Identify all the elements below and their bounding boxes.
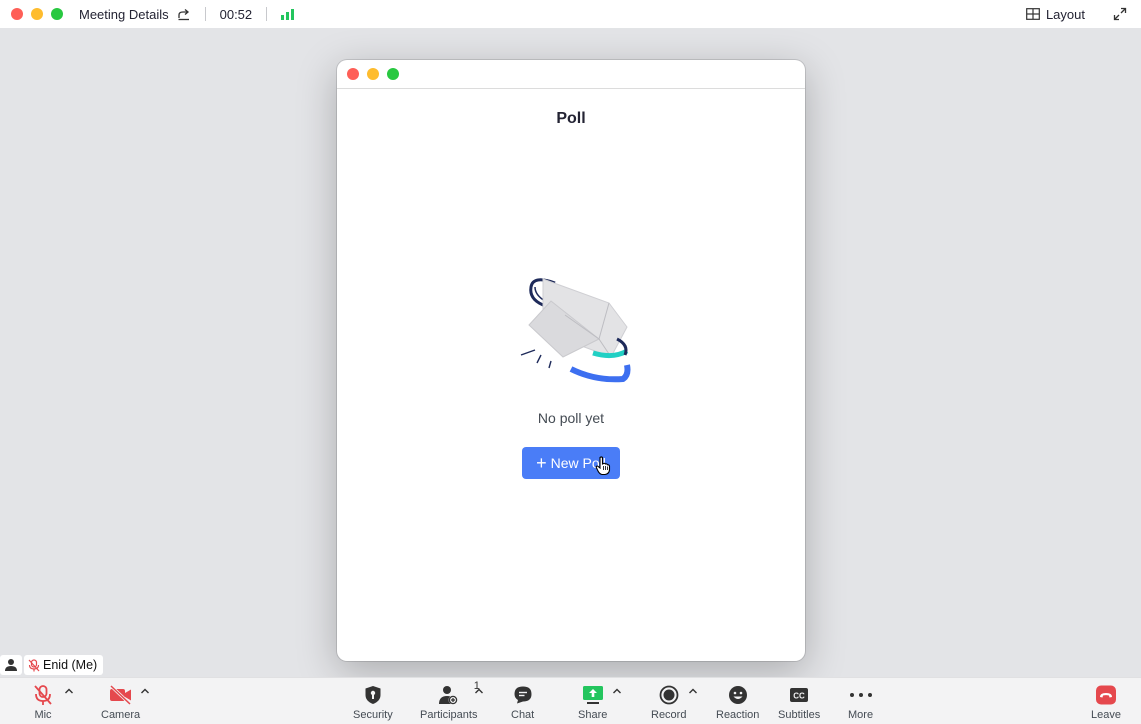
reaction-label: Reaction [716,709,760,721]
camera-off-icon [109,685,131,705]
poll-title: Poll [556,110,586,127]
share-screen-icon [582,686,603,704]
close-window-button[interactable] [11,8,23,20]
share-screen-button[interactable]: Share [578,684,607,721]
camera-button[interactable]: Camera [101,684,140,721]
person-icon [5,659,17,671]
leave-label: Leave [1091,709,1121,721]
layout-label: Layout [1045,6,1085,22]
share-arrow-icon[interactable] [177,7,191,21]
participants-label: Participants [420,709,478,721]
shield-icon [365,686,381,704]
hand-pointer-cursor-icon [595,456,611,476]
meeting-details-button[interactable]: Meeting Details [79,7,169,22]
empty-poll-box-icon [520,278,631,383]
record-button[interactable]: Record [651,684,686,721]
meeting-toolbar: Mic Camera Security 1 Participants Chat … [0,677,1141,724]
mic-muted-icon [34,685,52,705]
leave-phone-icon [1095,685,1116,705]
record-icon [659,685,679,705]
window-controls [11,8,63,20]
empty-state-text: No poll yet [537,410,605,426]
participant-name-label: Enid (Me) [24,655,104,675]
divider [266,7,268,21]
self-video-tag: Enid (Me) [0,655,104,675]
more-label: More [848,709,874,721]
share-label: Share [578,709,608,721]
divider [204,7,206,21]
smiley-face-icon [728,686,747,704]
plus-icon: + [536,453,547,473]
layout-button[interactable]: Layout [1026,7,1085,22]
poll-close-button[interactable] [347,68,359,80]
grid-layout-icon [1026,8,1040,20]
security-button[interactable]: Security [353,684,393,721]
poll-zoom-button[interactable] [387,68,399,80]
poll-minimize-button[interactable] [367,68,379,80]
subtitles-label: Subtitles [778,709,821,721]
closed-captions-icon: CC [790,688,809,702]
chat-button[interactable]: Chat [511,684,534,721]
meeting-title-bar: Meeting Details 00:52 Layout [0,0,1141,28]
leave-button[interactable]: Leave [1091,684,1121,721]
share-options-chevron-icon[interactable] [612,687,622,695]
poll-window: Poll No poll yet + New Poll [337,60,805,661]
zoom-window-button[interactable] [51,8,63,20]
more-dots-icon [849,693,872,697]
participants-options-chevron-icon[interactable] [474,687,484,695]
record-options-chevron-icon[interactable] [688,687,698,695]
more-button[interactable]: More [848,684,873,721]
chat-bubble-icon [514,686,532,704]
mic-label: Mic [34,709,52,721]
participant-name: Enid (Me) [43,658,98,672]
camera-options-chevron-icon[interactable] [140,687,150,695]
connection-signal-icon[interactable] [281,8,295,20]
record-label: Record [651,709,687,721]
meeting-timer: 00:52 [219,6,253,22]
fullscreen-icon[interactable] [1113,7,1127,21]
security-label: Security [353,709,393,721]
participants-button[interactable]: 1 Participants [420,680,480,721]
poll-window-controls [347,68,399,80]
chat-label: Chat [511,709,535,721]
mic-options-chevron-icon[interactable] [64,687,74,695]
svg-text:CC: CC [793,692,805,701]
camera-label: Camera [101,709,141,721]
subtitles-button[interactable]: CC Subtitles [778,684,820,721]
poll-window-titlebar [337,60,805,89]
minimize-window-button[interactable] [31,8,43,20]
reaction-button[interactable]: Reaction [716,684,759,721]
mic-button[interactable]: Mic [32,684,54,721]
mic-muted-icon [28,658,40,671]
participants-icon [438,686,458,705]
avatar [0,655,22,675]
